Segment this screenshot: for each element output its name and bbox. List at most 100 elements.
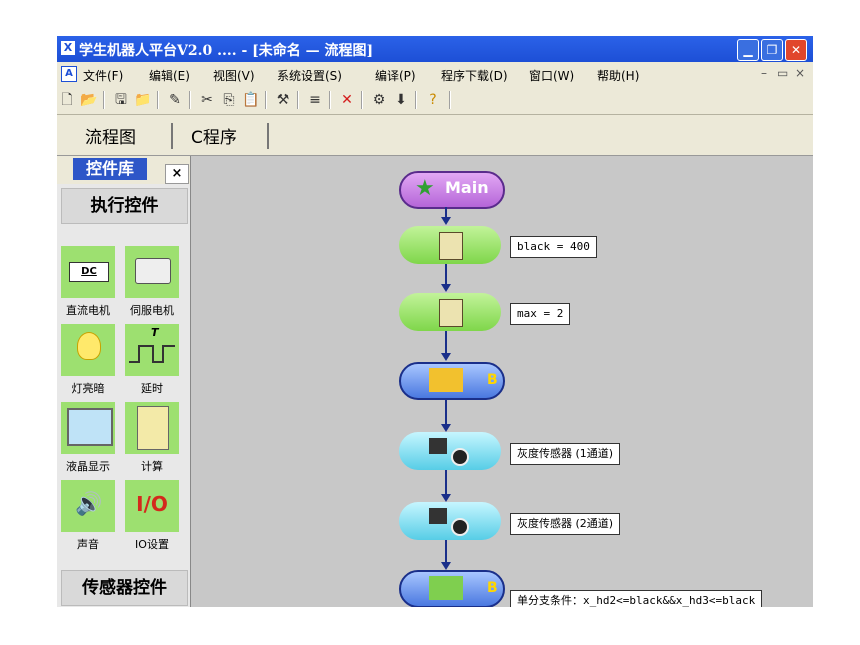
- palette-item-label: 灯亮暗: [71, 382, 105, 395]
- palette-header: 控件库 ×: [57, 156, 190, 184]
- component-palette: 控件库 × 执行控件 DC 直流电机 伺服电机 灯亮暗 T 延时 液晶显示 计算…: [57, 156, 191, 607]
- close-icon[interactable]: ×: [165, 164, 189, 184]
- sensor-eye: [451, 518, 469, 536]
- node-label: 灰度传感器 (1通道): [510, 443, 621, 465]
- gray-sensor-icon: [429, 508, 469, 536]
- mdi-restore-icon[interactable]: ▭: [777, 66, 788, 80]
- connector-line: [445, 400, 447, 426]
- paste-icon[interactable]: 📋: [241, 90, 261, 110]
- copy-icon[interactable]: ⎘: [219, 90, 239, 110]
- delay-pulse-icon: T: [125, 324, 179, 376]
- palette-item-lamp[interactable]: 灯亮暗: [57, 324, 119, 400]
- mdi-minimize-icon[interactable]: –: [761, 66, 767, 80]
- menu-compile[interactable]: 编译(P): [375, 67, 416, 84]
- sensor-eye: [451, 448, 469, 466]
- flow-node-loop[interactable]: B: [399, 362, 505, 400]
- arrow-down-icon: [441, 217, 451, 225]
- star-icon: ★: [415, 176, 435, 201]
- list-icon[interactable]: ≡: [305, 90, 325, 110]
- open-icon[interactable]: 📂: [79, 90, 99, 110]
- speaker-glyph: 🔊: [75, 492, 103, 517]
- tab-flowchart[interactable]: 流程图: [85, 123, 136, 148]
- node-label: 灰度传感器 (2通道): [510, 513, 621, 535]
- flow-node-calc[interactable]: [399, 226, 501, 264]
- save-icon[interactable]: 🖫: [111, 90, 131, 110]
- toolbar-divider: [329, 91, 331, 109]
- flow-node-sensor[interactable]: [399, 502, 501, 540]
- lcd-shape: [67, 408, 113, 446]
- props-icon[interactable]: ✎: [165, 90, 185, 110]
- toolbar-divider: [265, 91, 267, 109]
- flowchart-canvas[interactable]: ★ Main black = 400 max = 2 B 灰度传感器 (1通道)…: [191, 156, 813, 607]
- minimize-icon[interactable]: ▁: [737, 39, 759, 61]
- calculator-icon: [439, 299, 463, 327]
- node-label: max = 2: [510, 303, 571, 325]
- palette-item-servo-motor[interactable]: 伺服电机: [121, 246, 183, 322]
- menu-download[interactable]: 程序下载(D): [441, 67, 508, 84]
- arrow-down-icon: [441, 562, 451, 570]
- palette-item-delay[interactable]: T 延时: [121, 324, 183, 400]
- sensor-body: [429, 438, 447, 454]
- main-node[interactable]: ★ Main: [399, 171, 505, 209]
- flow-node-branch[interactable]: B: [399, 570, 505, 607]
- connector-line: [445, 470, 447, 496]
- menu-settings[interactable]: 系统设置(S): [277, 67, 342, 84]
- servo-shape: [135, 258, 171, 284]
- arrow-down-icon: [441, 494, 451, 502]
- tab-c-program[interactable]: C程序: [191, 123, 237, 148]
- delete-icon[interactable]: ✕: [337, 90, 357, 110]
- flow-node-sensor[interactable]: [399, 432, 501, 470]
- menu-edit[interactable]: 编辑(E): [149, 67, 190, 84]
- io-icon: I/O: [125, 480, 179, 532]
- app-icon: X: [61, 41, 75, 55]
- document-icon[interactable]: A: [61, 66, 77, 82]
- tool-icon[interactable]: ⚒: [273, 90, 293, 110]
- dc-motor-icon: DC: [61, 246, 115, 298]
- download-icon[interactable]: ⬇: [391, 90, 411, 110]
- palette-item-io[interactable]: I/O IO设置: [121, 480, 183, 556]
- palette-item-sound[interactable]: 🔊 声音: [57, 480, 119, 556]
- node-label: black = 400: [510, 236, 597, 258]
- connector-line: [445, 264, 447, 286]
- flow-node-calc[interactable]: [399, 293, 501, 331]
- node-label: 单分支条件：x_hd2<=black&&x_hd3<=black: [510, 590, 763, 607]
- palette-item-label: 声音: [77, 538, 99, 551]
- main-label: Main: [445, 178, 489, 197]
- palette-item-label: 伺服电机: [130, 304, 174, 317]
- palette-item-lcd[interactable]: 液晶显示: [57, 402, 119, 478]
- tab-divider: [267, 123, 269, 149]
- toolbar: 🗋 📂 🖫 📁 ✎ ✂ ⎘ 📋 ⚒ ≡ ✕ ⚙ ⬇ ?: [57, 86, 813, 115]
- bulb-shape: [77, 332, 101, 360]
- menu-help[interactable]: 帮助(H): [597, 67, 639, 84]
- folder-icon[interactable]: 📁: [133, 90, 153, 110]
- section-sensors[interactable]: 传感器控件: [61, 570, 188, 606]
- cut-icon[interactable]: ✂: [197, 90, 217, 110]
- servo-motor-icon: [125, 246, 179, 298]
- palette-item-dc-motor[interactable]: DC 直流电机: [57, 246, 119, 322]
- mdi-close-icon[interactable]: ×: [795, 66, 805, 80]
- close-icon[interactable]: ✕: [785, 39, 807, 61]
- arrow-down-icon: [441, 424, 451, 432]
- compile-icon[interactable]: ⚙: [369, 90, 389, 110]
- palette-item-label: 直流电机: [66, 304, 110, 317]
- menu-view[interactable]: 视图(V): [213, 67, 255, 84]
- palette-item-calc[interactable]: 计算: [121, 402, 183, 478]
- lcd-display-icon: [61, 402, 115, 454]
- connector-line: [445, 540, 447, 564]
- restore-icon[interactable]: ❐: [761, 39, 783, 61]
- new-icon[interactable]: 🗋: [57, 90, 77, 110]
- palette-item-label: IO设置: [135, 538, 169, 551]
- menu-window[interactable]: 窗口(W): [529, 67, 574, 84]
- section-actuators[interactable]: 执行控件: [61, 188, 188, 224]
- branch-badge: B: [487, 580, 498, 596]
- calculator-icon: [125, 402, 179, 454]
- menu-file[interactable]: 文件(F): [83, 67, 123, 84]
- delay-t-label: T: [151, 326, 159, 339]
- loop-icon: [429, 368, 463, 392]
- menu-bar: A 文件(F) 编辑(E) 视图(V) 系统设置(S) 编译(P) 程序下载(D…: [57, 62, 813, 86]
- title-bar: X 学生机器人平台V2.0 .... - [未命名 — 流程图] ▁ ❐ ✕: [57, 36, 813, 62]
- toolbar-divider: [449, 91, 451, 109]
- speaker-icon: 🔊: [61, 480, 115, 532]
- help-icon[interactable]: ?: [423, 90, 443, 110]
- window-title: 学生机器人平台V2.0 .... - [未命名 — 流程图]: [79, 43, 374, 59]
